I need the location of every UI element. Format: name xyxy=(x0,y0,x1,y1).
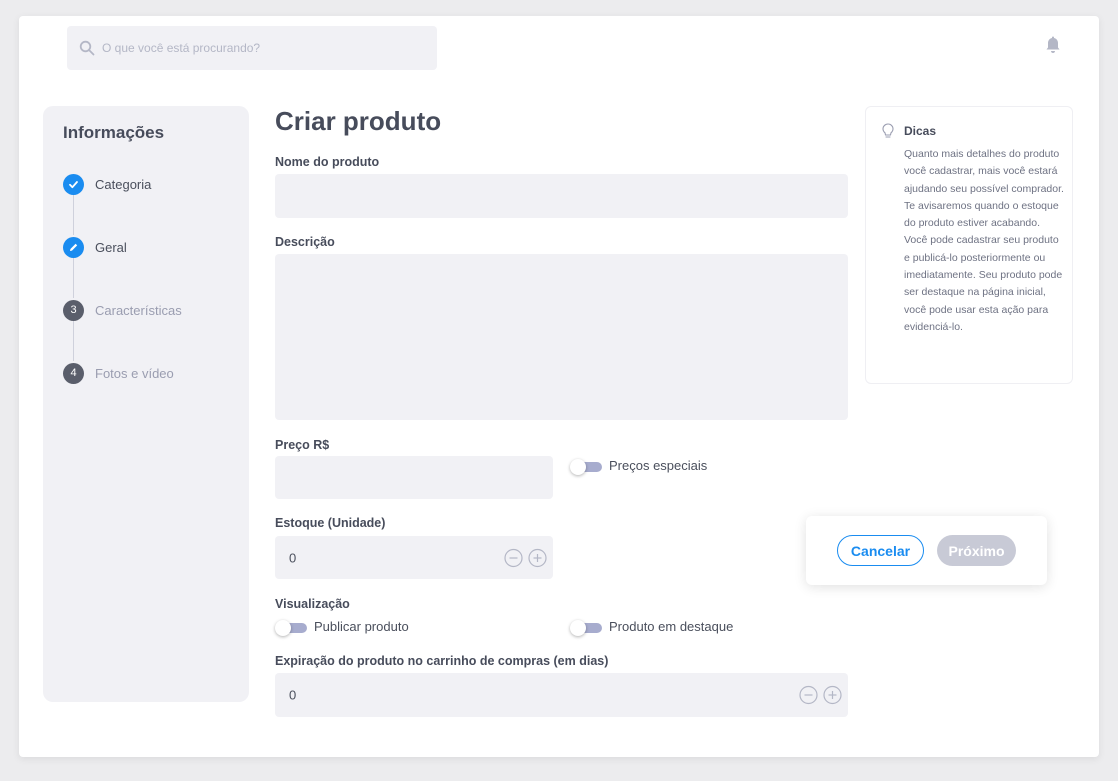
visibility-label: Visualização xyxy=(275,597,350,611)
publish-label: Publicar produto xyxy=(314,619,409,634)
description-textarea[interactable] xyxy=(275,254,848,420)
page-title: Criar produto xyxy=(275,106,442,136)
publish-toggle[interactable]: Publicar produto xyxy=(275,619,409,636)
step-geral[interactable]: Geral xyxy=(63,236,233,258)
step-connector xyxy=(73,194,74,235)
stock-label: Estoque (Unidade) xyxy=(275,516,386,530)
pencil-icon xyxy=(63,236,84,258)
minus-circle-icon[interactable] xyxy=(799,685,818,705)
check-icon xyxy=(63,173,84,195)
lightbulb-icon xyxy=(882,123,894,138)
step-fotos-video[interactable]: 4 Fotos e vídeo xyxy=(63,362,233,384)
expiration-value[interactable]: 0 xyxy=(289,688,296,703)
cancel-button[interactable]: Cancelar xyxy=(837,535,924,566)
tips-title: Dicas xyxy=(904,124,937,138)
product-name-label: Nome do produto xyxy=(275,155,380,169)
step-caracteristicas[interactable]: 3 Características xyxy=(63,299,233,321)
sidebar-title: Informações xyxy=(63,123,165,142)
price-label: Preço R$ xyxy=(275,438,330,452)
tips-panel: Dicas Quanto mais detalhes do produto vo… xyxy=(865,106,1073,384)
price-input[interactable] xyxy=(275,456,553,499)
search-input[interactable] xyxy=(102,41,422,55)
step-connector xyxy=(73,320,74,361)
toggle-switch[interactable] xyxy=(275,619,307,636)
price-field[interactable] xyxy=(275,456,553,499)
sidebar: Informações Categoria Geral 3 Caracterís… xyxy=(43,106,249,702)
featured-label: Produto em destaque xyxy=(609,619,734,634)
featured-toggle[interactable]: Produto em destaque xyxy=(570,619,734,636)
step-connector xyxy=(73,257,74,298)
special-prices-toggle[interactable]: Preços especiais xyxy=(570,458,708,475)
expiration-stepper[interactable]: 0 xyxy=(275,673,848,717)
stock-value[interactable]: 0 xyxy=(289,550,296,565)
toggle-switch[interactable] xyxy=(570,458,602,475)
special-prices-label: Preços especiais xyxy=(609,458,708,473)
product-name-input[interactable] xyxy=(275,174,848,218)
bell-icon[interactable] xyxy=(1045,35,1061,55)
toggle-switch[interactable] xyxy=(570,619,602,636)
product-name-field[interactable] xyxy=(275,174,848,218)
action-card: Cancelar Próximo xyxy=(806,516,1047,585)
step-number: 4 xyxy=(63,362,84,384)
next-button[interactable]: Próximo xyxy=(937,535,1016,566)
step-number: 3 xyxy=(63,299,84,321)
plus-circle-icon[interactable] xyxy=(528,548,547,567)
tips-text: Quanto mais detalhes do produto você cad… xyxy=(904,148,1064,333)
app-window: Informações Categoria Geral 3 Caracterís… xyxy=(19,16,1099,757)
search-bar[interactable] xyxy=(67,26,437,70)
description-label: Descrição xyxy=(275,235,335,249)
expiration-label: Expiração do produto no carrinho de comp… xyxy=(275,654,609,668)
step-label: Fotos e vídeo xyxy=(95,365,174,381)
plus-circle-icon[interactable] xyxy=(823,685,842,705)
step-categoria[interactable]: Categoria xyxy=(63,173,233,195)
search-icon xyxy=(79,40,95,56)
stock-stepper[interactable]: 0 xyxy=(275,536,553,579)
step-label: Características xyxy=(95,302,182,318)
step-label: Categoria xyxy=(95,176,152,192)
step-label: Geral xyxy=(95,239,127,255)
minus-circle-icon[interactable] xyxy=(504,548,523,567)
